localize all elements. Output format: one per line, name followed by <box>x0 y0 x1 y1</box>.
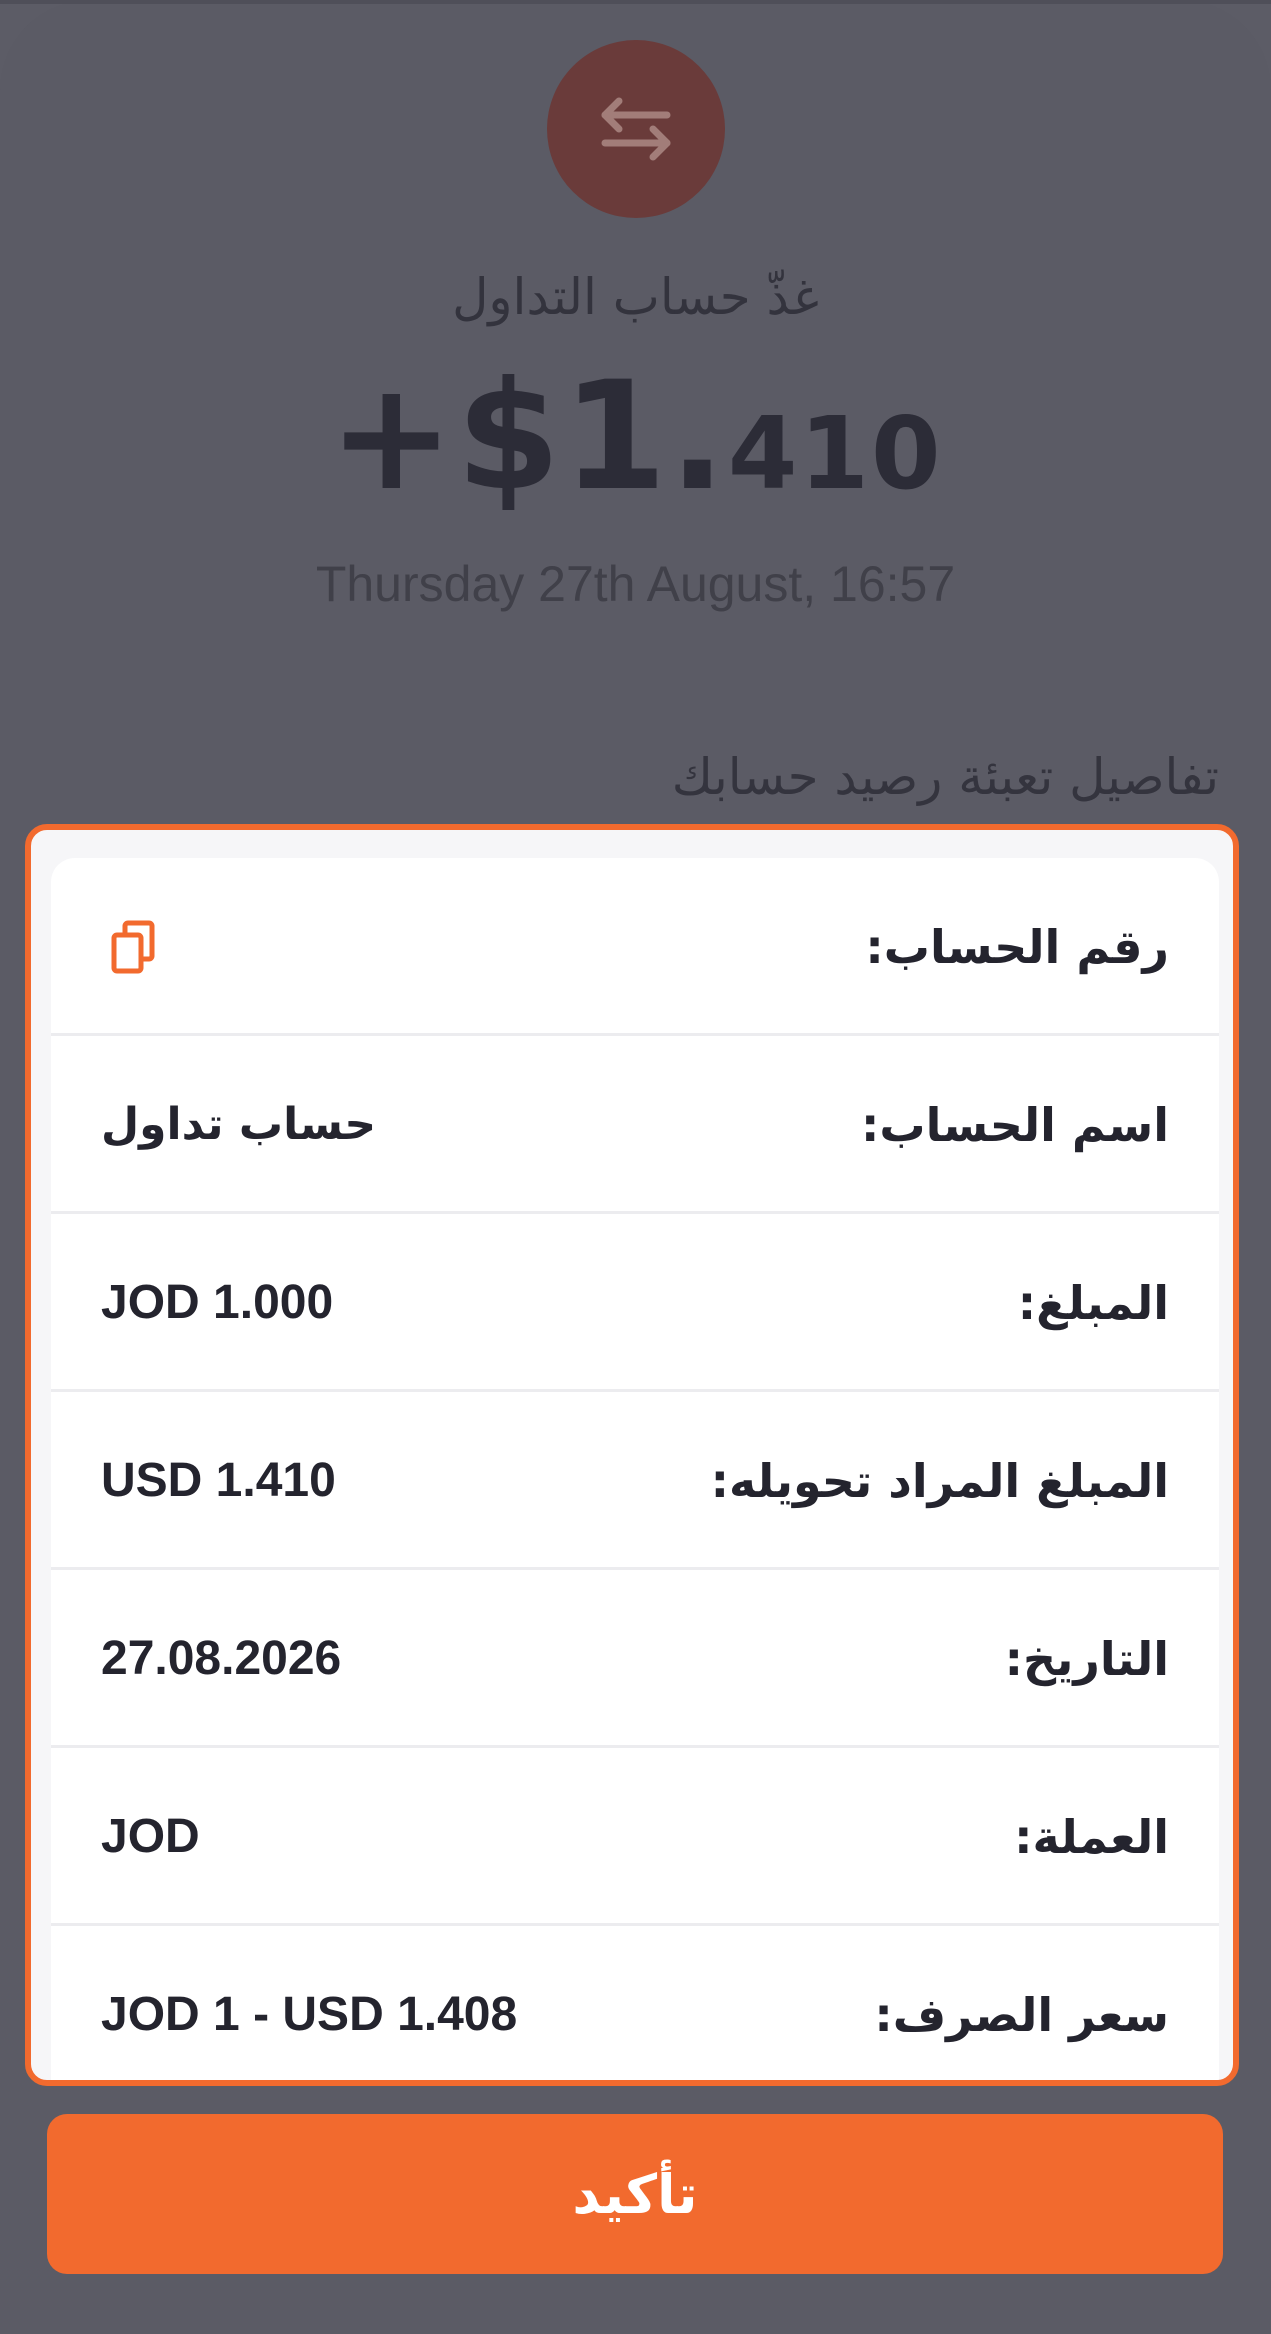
details-card-highlight: رقم الحساب: اسم الحساب: حساب تداول المبل… <box>25 824 1239 2086</box>
details-section-title: تفاصيل تعبئة رصيد حسابك <box>671 748 1219 806</box>
row-account-number: رقم الحساب: <box>51 858 1219 1036</box>
transfer-amount-label: المبلغ المراد تحويله: <box>710 1454 1169 1508</box>
row-amount: المبلغ: JOD 1.000 <box>51 1214 1219 1392</box>
transfer-arrows-icon <box>547 40 725 218</box>
row-account-name: اسم الحساب: حساب تداول <box>51 1036 1219 1214</box>
modal-sheet: غذّ حساب التداول +$1.410 Thursday 27th A… <box>0 0 1271 2334</box>
copy-icon[interactable] <box>111 920 155 974</box>
exchange-rate-value: JOD 1 - USD 1.408 <box>101 1988 518 2041</box>
transaction-datetime: Thursday 27th August, 16:57 <box>315 556 956 612</box>
account-name-label: اسم الحساب: <box>861 1098 1169 1152</box>
amount-value: JOD 1.000 <box>101 1276 334 1329</box>
exchange-rate-label: سعر الصرف: <box>874 1988 1169 2042</box>
row-transfer-amount: المبلغ المراد تحويله: USD 1.410 <box>51 1392 1219 1570</box>
currency-label: العملة: <box>1014 1810 1169 1864</box>
currency-value: JOD <box>101 1810 200 1863</box>
confirm-button[interactable]: تأكيد <box>47 2114 1223 2274</box>
amount-display: +$1.410 <box>0 350 1271 524</box>
transfer-amount-value: USD 1.410 <box>101 1454 336 1507</box>
operation-title: غذّ حساب التداول <box>452 268 819 326</box>
amount-fraction: 410 <box>727 395 943 512</box>
date-label: التاريخ: <box>1004 1632 1169 1686</box>
amount-main: +$1. <box>328 350 728 524</box>
details-card: رقم الحساب: اسم الحساب: حساب تداول المبل… <box>51 858 1219 2080</box>
account-name-value: حساب تداول <box>101 1099 377 1150</box>
top-divider <box>0 0 1271 4</box>
account-number-label: رقم الحساب: <box>865 920 1169 974</box>
row-currency: العملة: JOD <box>51 1748 1219 1926</box>
date-value: 27.08.2026 <box>101 1632 342 1685</box>
row-date: التاريخ: 27.08.2026 <box>51 1570 1219 1748</box>
row-exchange-rate: سعر الصرف: JOD 1 - USD 1.408 <box>51 1926 1219 2080</box>
amount-label: المبلغ: <box>1017 1276 1169 1330</box>
